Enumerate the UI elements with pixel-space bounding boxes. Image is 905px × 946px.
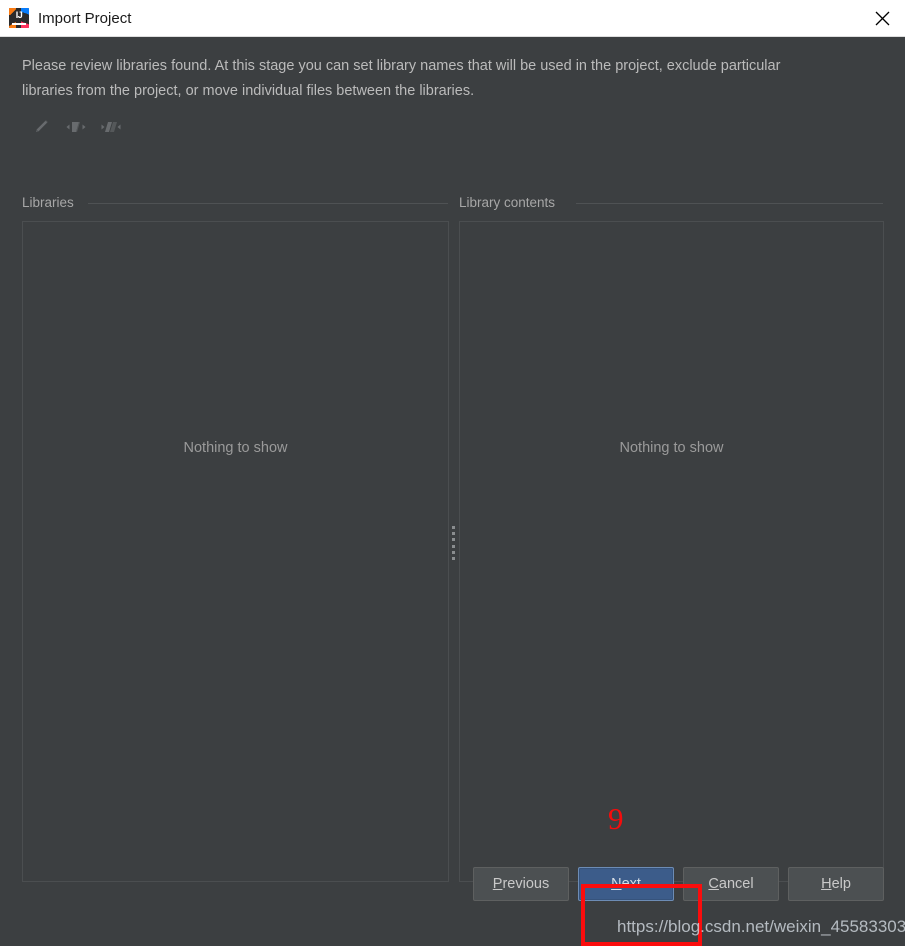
- previous-button[interactable]: Previous: [473, 867, 569, 901]
- annotation-step-number: 9: [608, 801, 624, 836]
- help-button-label: elp: [831, 876, 851, 892]
- library-contents-label: Library contents: [459, 195, 556, 210]
- intellij-idea-icon: IJ: [9, 8, 29, 28]
- previous-button-mnemonic: P: [492, 876, 503, 892]
- libraries-empty-text: Nothing to show: [183, 440, 288, 456]
- splitter-grip-icon: [451, 526, 456, 560]
- window-titlebar: IJ Import Project: [0, 0, 905, 37]
- library-contents-label-rule: [576, 203, 883, 204]
- help-button-mnemonic: H: [821, 876, 832, 892]
- libraries-panel[interactable]: Nothing to show: [22, 221, 449, 882]
- split-library-icon[interactable]: [98, 115, 124, 139]
- library-contents-empty-text: Nothing to show: [619, 440, 724, 456]
- description-text: Please review libraries found. At this s…: [22, 58, 781, 99]
- libraries-label: Libraries: [22, 195, 74, 210]
- libraries-label-rule: [88, 203, 448, 204]
- previous-button-label: revious: [502, 876, 550, 892]
- library-toolbar: [28, 115, 124, 139]
- dialog-button-bar: Previous Next Cancel Help: [0, 867, 884, 901]
- watermark-text: https://blog.csdn.net/weixin_45583303: [617, 917, 905, 936]
- dialog-body: Please review libraries found. At this s…: [0, 37, 905, 946]
- window-title: Import Project: [38, 9, 132, 27]
- merge-libraries-icon[interactable]: [63, 115, 89, 139]
- panel-splitter[interactable]: [450, 221, 458, 882]
- help-button[interactable]: Help: [788, 867, 884, 901]
- cancel-button-label: ancel: [718, 876, 754, 892]
- cancel-button[interactable]: Cancel: [683, 867, 779, 901]
- next-button-label: ext: [621, 876, 641, 892]
- library-contents-panel[interactable]: Nothing to show: [459, 221, 884, 882]
- close-icon[interactable]: [859, 0, 905, 37]
- cancel-button-mnemonic: C: [708, 876, 719, 892]
- next-button-mnemonic: N: [611, 876, 622, 892]
- next-button[interactable]: Next: [578, 867, 674, 901]
- edit-pencil-icon[interactable]: [28, 115, 54, 139]
